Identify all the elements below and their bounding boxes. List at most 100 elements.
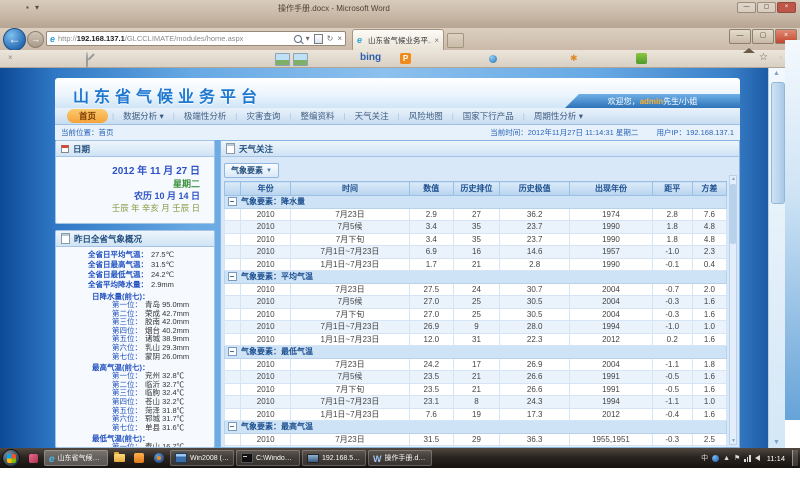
table-row[interactable]: 20107月1日~7月23日26.9928.01994-1.01.0 [225,321,727,334]
table-row[interactable]: 20107月下旬3.43523.719901.84.8 [225,233,727,246]
rank-label: 第七位： [56,424,142,433]
search-icon[interactable] [294,35,302,43]
ie-icon [49,449,55,467]
nav-item-9[interactable]: 周期性分析 ▾ [525,110,592,122]
nav-item-4[interactable]: 灾害查询 [237,110,289,122]
show-desktop-button[interactable] [792,450,798,466]
nav-item-3[interactable]: 极端性分析 [175,110,236,122]
address-dropdown-icon[interactable]: ▾ [306,35,310,43]
column-header-7: 距平 [652,182,692,196]
table-group-row[interactable]: 气象要素：最低气温 [225,346,727,359]
ime-indicator[interactable]: 中 [701,455,708,462]
table-row[interactable]: 20101月1日~7月23日7.61917.32012-0.41.6 [225,408,727,421]
table-row[interactable]: 20101月1日~7月23日12.03122.320120.21.6 [225,333,727,346]
taskbar-button-label: C:\Windows\s... [256,455,295,462]
ie-maximize-button[interactable]: ▢ [752,29,774,44]
refresh-icon[interactable]: ↻ [327,35,334,43]
plugin-icon[interactable] [636,53,647,64]
ie-minimize-button[interactable]: — [729,29,751,44]
table-row[interactable]: 20107月23日31.52936.31955,1951-0.32.5 [225,433,727,446]
collapse-icon[interactable] [228,272,237,281]
new-tab-button[interactable] [447,33,464,48]
table-row[interactable]: 20107月23日27.52430.72004-0.72.0 [225,283,727,296]
nav-item-2[interactable]: 数据分析 ▾ [114,110,173,122]
table-scrollbar[interactable]: ▲ ▼ [729,175,737,445]
tab-close-icon[interactable]: × [434,36,439,45]
username: admin [640,97,664,106]
paw-app-icon[interactable]: ✱ [570,53,578,64]
table-group-row[interactable]: 气象要素：最高气温 [225,421,727,434]
taskbar-window-button-7[interactable]: 192.168.59.99... [302,450,366,466]
taskbar-icon-media-player[interactable] [150,450,168,466]
photo-icon[interactable] [293,53,308,66]
favorites-star-icon[interactable]: ☆ [759,53,768,63]
table-row[interactable]: 20107月23日2.92736.219742.87.6 [225,208,727,221]
table-group-row[interactable]: 气象要素：平均气温 [225,271,727,284]
start-button[interactable] [2,449,20,467]
address-bar[interactable]: e http://192.168.137.1/GLCCLIMATE/module… [46,31,346,46]
word-quick-access-toolbar[interactable]: ▪ ▾ [26,3,41,12]
taskbar-icon-pink-app[interactable] [24,450,42,466]
url-text[interactable]: http://192.168.137.1/GLCCLIMATE/modules/… [58,34,291,43]
table-row[interactable]: 20107月1日~7月23日23.1824.31994-1.11.0 [225,396,727,409]
pink-app-icon [29,454,38,463]
site-banner: 山东省气候业务平台 欢迎您，admin 先生/小姐 [55,78,740,108]
network-icon[interactable] [744,455,751,462]
browser-scrollbar[interactable]: ▲ ▼ [768,68,785,448]
volume-icon[interactable] [755,455,760,461]
table-row[interactable]: 20101月1日~7月23日1.7212.81990-0.10.4 [225,258,727,271]
stop-icon[interactable]: × [337,35,342,43]
p-app-icon[interactable]: P [400,53,411,64]
table-row[interactable]: 20107月下旬23.52126.61991-0.51.6 [225,383,727,396]
taskbar-icon-orange-app[interactable] [130,450,148,466]
table-row[interactable]: 20107月1日~7月23日6.91614.61957-1.02.3 [225,246,727,259]
toolbar-close-icon[interactable]: × [8,53,13,62]
nav-item-6[interactable]: 天气关注 [346,110,398,122]
nav-item-1[interactable]: 首页 [67,109,108,123]
sidebar: 日期 2012 年 11 月 27 日 星期二 农历 10 月 14 日 壬辰 … [55,140,215,448]
group-label: 气象要素：平均气温 [241,271,313,282]
word-minimize-button[interactable]: — [737,2,756,13]
browser-tab[interactable]: e 山东省气候业务平... × [352,29,444,50]
table-row[interactable]: 20107月下旬27.02530.52004-0.31.6 [225,308,727,321]
column-header-1: 年份 [241,182,291,196]
taskbar-window-button-8[interactable]: 操作手册.docx -... [368,450,432,466]
blue-window-icon [175,453,187,463]
word-maximize-button[interactable]: ▢ [757,2,776,13]
breadcrumb: 当前位置：首页 [61,127,114,138]
taskbar-window-button-1[interactable]: 山东省气候业务平... [44,450,108,466]
word-close-button[interactable]: × [777,2,796,13]
taskbar-window-button-5[interactable]: Win2008 (VS2... [170,450,234,466]
table-row[interactable]: 20107月5候27.02530.52004-0.31.6 [225,296,727,309]
table-row[interactable]: 20107月23日24.21726.92004-1.11.8 [225,358,727,371]
column-header-4: 历史排位 [453,182,499,196]
table-row[interactable]: 20107月5候3.43523.719901.84.8 [225,221,727,234]
collapse-icon[interactable] [228,422,237,431]
element-selector-button[interactable]: 气象要素▼ [224,163,279,178]
word-window-title: 操作手册.docx - Microsoft Word [278,3,390,14]
nav-item-8[interactable]: 国家下行产品 [454,110,523,122]
forward-button[interactable]: → [27,31,44,48]
collapse-icon[interactable] [228,197,237,206]
antivirus-tray-icon[interactable] [712,455,719,462]
table-row[interactable]: 20107月5候23.52126.61991-0.51.6 [225,371,727,384]
nav-item-7[interactable]: 风险地图 [400,110,452,122]
rank-list-item: 第七位：蒙阴 26.0mm [56,353,214,362]
flag-action-center-icon[interactable]: ⚑ [734,455,740,462]
table-group-row[interactable]: 气象要素：降水量 [225,196,727,209]
chevron-down-icon: ▼ [266,168,272,174]
taskbar-clock[interactable]: 11:14 [767,454,785,463]
taskbar-window-button-6[interactable]: C:\Windows\s... [236,450,300,466]
taskbar-icon-folder[interactable] [110,450,128,466]
browser-scrollbar-thumb[interactable] [771,82,785,204]
back-button[interactable]: ← [3,28,26,51]
photo-icon[interactable] [275,53,290,66]
stat-label: 全省日平均气温： [56,250,148,260]
bing-logo[interactable]: bing [360,52,381,63]
stat-value: 2.9mm [151,280,174,290]
collapse-icon[interactable] [228,347,237,356]
nav-item-5[interactable]: 整编资料 [292,110,344,122]
compatibility-view-icon[interactable] [314,34,323,44]
show-hidden-icons[interactable]: ▲ [723,455,730,462]
table-scrollbar-thumb[interactable] [730,184,736,244]
